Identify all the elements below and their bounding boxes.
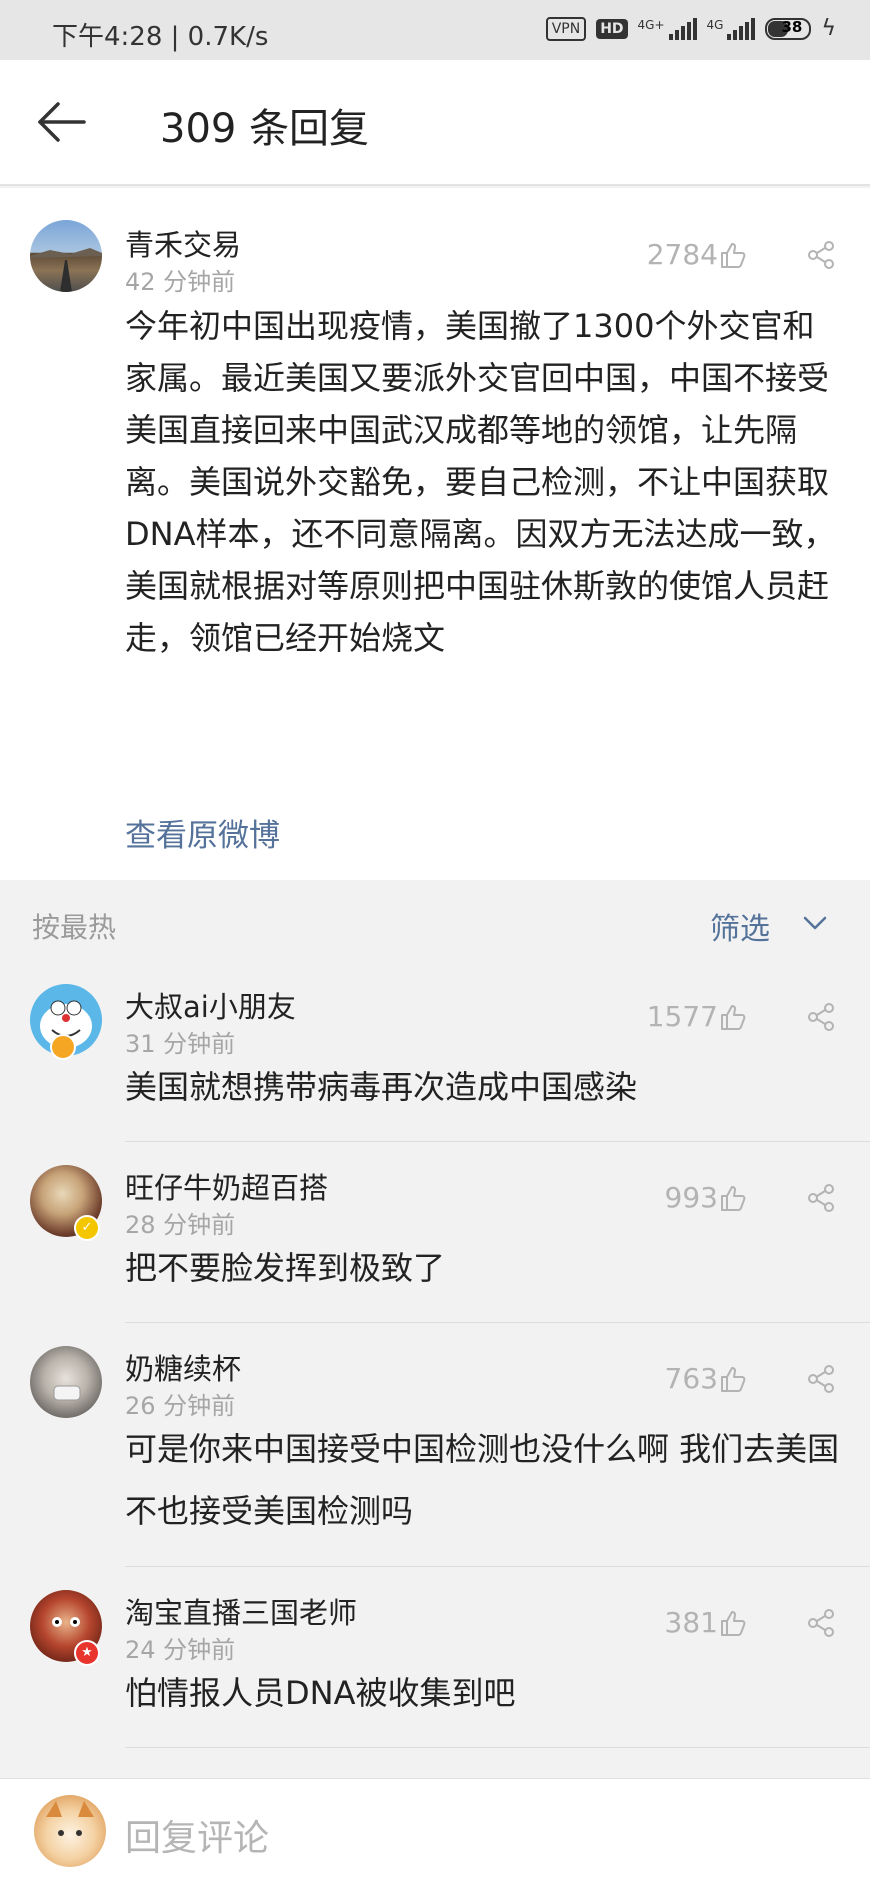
divider xyxy=(125,1141,870,1142)
avatar[interactable] xyxy=(30,1346,102,1418)
avatar[interactable] xyxy=(30,220,102,292)
comment-like-count: 1577 xyxy=(646,1000,718,1033)
comment-text: 怕情报人员DNA被收集到吧 xyxy=(125,1674,516,1712)
comment-item: 奶糖续杯 26 分钟前 763 可是你来中国接受中国检测也没什么啊 我们去美国 … xyxy=(0,1324,870,1567)
comment-like-count: 381 xyxy=(664,1606,718,1639)
main-post: 青禾交易 42 分钟前 2784 今年初中国出现疫情，美国撤了1300个外交官和… xyxy=(0,188,870,880)
like-thumb-icon[interactable] xyxy=(718,240,748,270)
share-icon[interactable] xyxy=(806,1002,836,1032)
share-icon[interactable] xyxy=(806,1183,836,1213)
like-thumb-icon[interactable] xyxy=(718,1002,748,1032)
like-thumb-icon[interactable] xyxy=(718,1608,748,1638)
comment-item: ★ 淘宝直播三国老师 24 分钟前 381 怕情报人员DNA被收集到吧 xyxy=(0,1568,870,1748)
status-icons: VPN HD 4G+ 4G 38 ϟ xyxy=(545,16,836,41)
comment-username[interactable]: 奶糖续杯 xyxy=(125,1346,241,1388)
comment-time: 28 分钟前 xyxy=(125,1211,236,1239)
comment-username[interactable]: 旺仔牛奶超百搭 xyxy=(125,1165,328,1207)
chevron-down-icon[interactable] xyxy=(800,908,830,938)
comment-time: 31 分钟前 xyxy=(125,1030,236,1058)
comment-item: ✓ 旺仔牛奶超百搭 28 分钟前 993 把不要脸发挥到极致了 xyxy=(0,1143,870,1323)
like-thumb-icon[interactable] xyxy=(718,1364,748,1394)
star-badge-icon: ★ xyxy=(74,1640,100,1666)
charging-icon: ϟ xyxy=(821,16,836,41)
comment-text: 可是你来中国接受中国检测也没什么啊 我们去美国 不也接受美国检测吗 xyxy=(125,1430,840,1530)
comment-text: 美国就想携带病毒再次造成中国感染 xyxy=(125,1068,638,1106)
post-like-count: 2784 xyxy=(646,238,718,271)
share-icon[interactable] xyxy=(806,240,836,270)
divider xyxy=(125,1747,870,1748)
post-username[interactable]: 青禾交易 xyxy=(125,222,241,264)
page-title: 309 条回复 xyxy=(160,106,370,152)
comment-time: 26 分钟前 xyxy=(125,1392,236,1420)
comment-text: 把不要脸发挥到极致了 xyxy=(125,1249,446,1287)
comment-like-count: 763 xyxy=(664,1362,718,1395)
vpn-icon: VPN xyxy=(545,16,587,41)
post-time: 42 分钟前 xyxy=(125,268,236,296)
status-bar: 下午4:28 | 0.7K/s VPN HD 4G+ 4G 38 ϟ xyxy=(0,0,870,60)
comment-username[interactable]: 大叔ai小朋友 xyxy=(125,984,296,1026)
divider xyxy=(125,1322,870,1323)
comment-like-count: 993 xyxy=(664,1181,718,1214)
post-body: 今年初中国出现疫情，美国撤了1300个外交官和家属。最近美国又要派外交官回中国，… xyxy=(125,307,836,657)
filter-button[interactable]: 筛选 xyxy=(710,904,770,948)
reply-input[interactable]: 回复评论 xyxy=(125,1809,269,1861)
like-thumb-icon[interactable] xyxy=(718,1183,748,1213)
battery-icon: 38 xyxy=(765,17,812,40)
divider xyxy=(125,1566,870,1567)
lock-badge-icon xyxy=(50,1034,76,1060)
share-icon[interactable] xyxy=(806,1608,836,1638)
sort-bar: 按最热 筛选 xyxy=(0,884,870,960)
my-avatar[interactable] xyxy=(34,1795,106,1867)
back-arrow-icon[interactable] xyxy=(36,100,86,144)
view-original-link[interactable]: 查看原微博 xyxy=(125,810,280,855)
signal-4g-plus-icon: 4G+ xyxy=(638,17,697,40)
sort-label[interactable]: 按最热 xyxy=(32,906,116,946)
status-time: 下午4:28 | 0.7K/s xyxy=(52,22,269,52)
share-icon[interactable] xyxy=(806,1364,836,1394)
hd-icon: HD xyxy=(596,18,628,39)
signal-4g-icon: 4G xyxy=(707,17,756,40)
comment-username[interactable]: 淘宝直播三国老师 xyxy=(125,1590,357,1632)
top-bar: 309 条回复 xyxy=(0,60,870,186)
verified-badge-icon: ✓ xyxy=(74,1215,100,1241)
reply-bar: 回复评论 xyxy=(0,1778,870,1885)
comment-item: 大叔ai小朋友 31 分钟前 1577 美国就想携带病毒再次造成中国感染 xyxy=(0,962,870,1142)
comment-time: 24 分钟前 xyxy=(125,1636,236,1664)
